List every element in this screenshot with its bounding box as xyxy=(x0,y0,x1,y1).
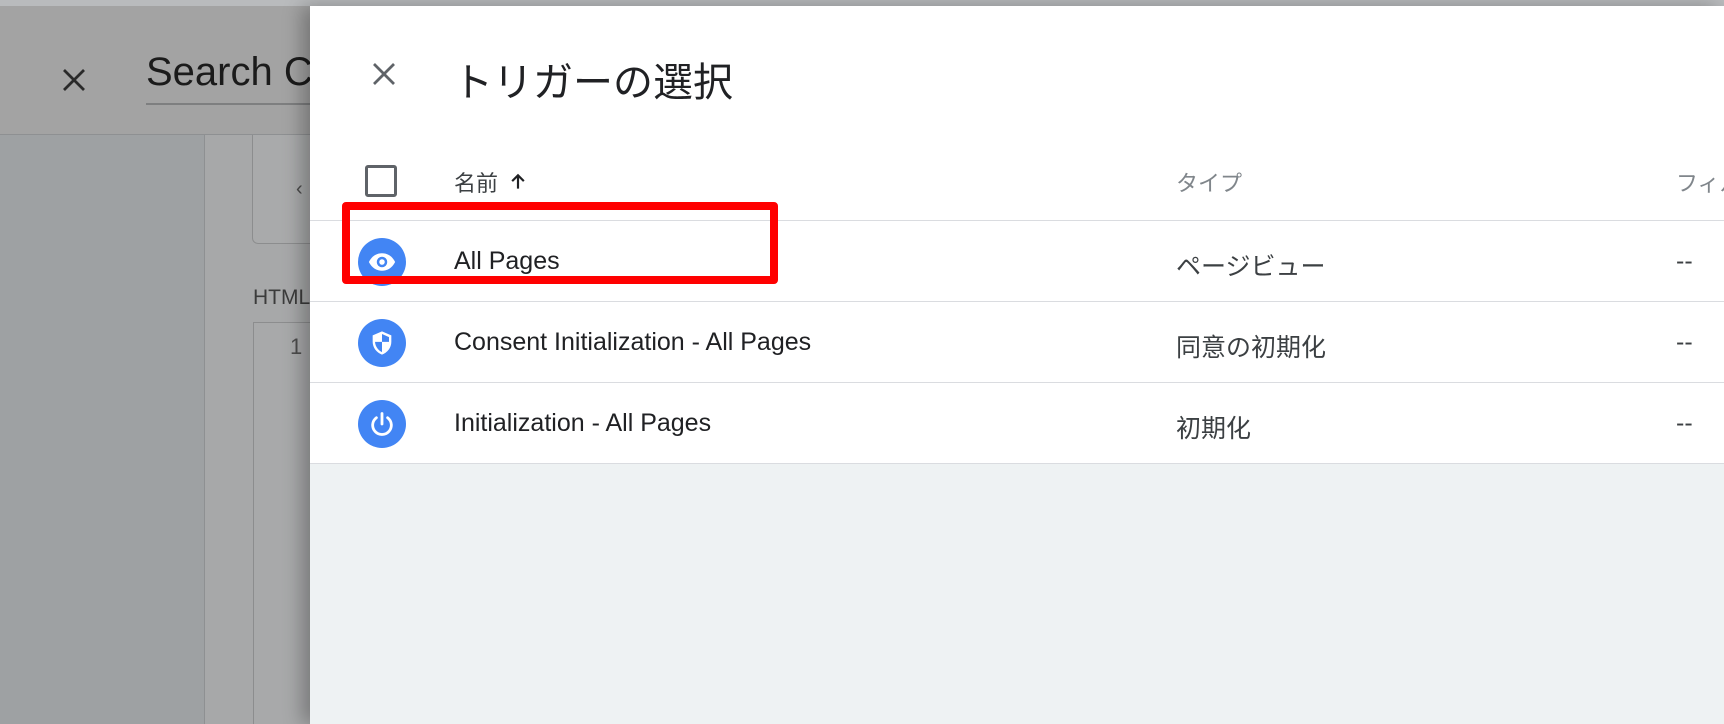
arrow-up-icon xyxy=(511,173,525,189)
table-row[interactable]: Initialization - All Pages 初期化 -- xyxy=(310,383,1724,464)
trigger-name: Initialization - All Pages xyxy=(454,409,712,437)
trigger-type: ページビュー xyxy=(1176,253,1326,281)
html-section-label: HTML xyxy=(253,286,311,309)
code-line-number: 1 xyxy=(290,334,303,359)
drawer-header: トリガーの選択 xyxy=(310,6,1724,136)
trigger-type-badge xyxy=(358,319,406,367)
screen: Search Console ‹ HTML 1 トリガーの選択 名前 xyxy=(0,0,1724,724)
column-header-type[interactable]: タイプ xyxy=(1176,166,1242,198)
column-header-name-label: 名前 xyxy=(454,171,499,196)
drawer-title: トリガーの選択 xyxy=(453,61,733,105)
close-icon xyxy=(63,69,85,91)
close-icon xyxy=(373,63,395,85)
tag-editor-close-button[interactable] xyxy=(52,58,96,102)
chevron-left-icon: ‹ xyxy=(296,178,303,200)
trigger-name: Consent Initialization - All Pages xyxy=(454,328,812,356)
power-icon xyxy=(371,412,393,436)
trigger-type-badge xyxy=(358,238,406,286)
trigger-type: 同意の初期化 xyxy=(1176,334,1327,362)
trigger-name: All Pages xyxy=(454,247,560,275)
table-row[interactable]: Consent Initialization - All Pages 同意の初期… xyxy=(310,302,1724,383)
table-header: 名前 タイプ フィルタ xyxy=(310,136,1724,221)
trigger-select-drawer: トリガーの選択 名前 タイプ フィルタ xyxy=(310,6,1724,724)
trigger-table: 名前 タイプ フィルタ All Pages ページビュー xyxy=(310,136,1724,464)
column-header-name[interactable]: 名前 xyxy=(454,166,528,198)
trigger-type: 初期化 xyxy=(1176,415,1252,443)
drawer-close-button[interactable] xyxy=(362,52,406,96)
trigger-filter: -- xyxy=(1676,409,1693,437)
trigger-filter: -- xyxy=(1676,247,1693,275)
trigger-type-badge xyxy=(358,400,406,448)
eye-icon xyxy=(368,253,396,271)
select-all-checkbox[interactable] xyxy=(365,165,397,197)
shield-icon xyxy=(372,331,392,355)
column-header-filter: フィルタ xyxy=(1676,171,1724,196)
table-row[interactable]: All Pages ページビュー -- xyxy=(310,221,1724,302)
trigger-filter: -- xyxy=(1676,328,1693,356)
